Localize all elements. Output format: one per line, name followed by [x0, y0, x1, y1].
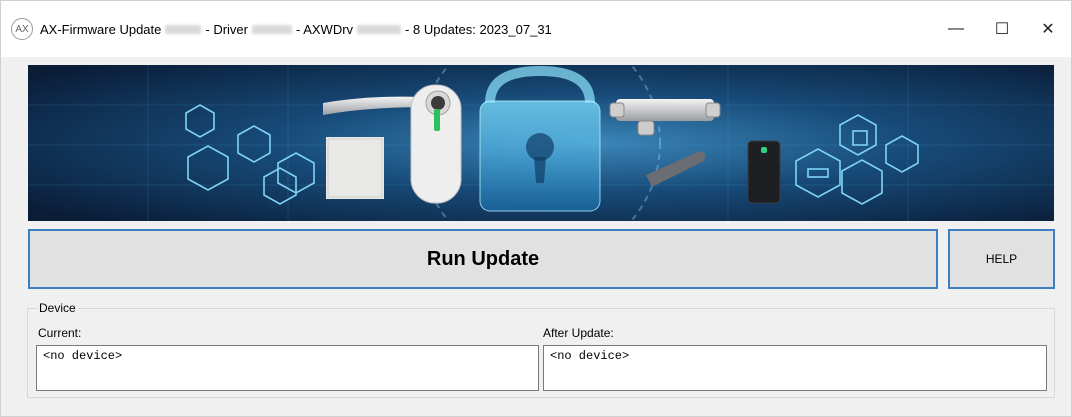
current-device-field[interactable]: <no device> — [36, 345, 539, 391]
close-button[interactable]: ✕ — [1025, 1, 1071, 57]
maximize-button[interactable]: ☐ — [979, 1, 1025, 57]
title-app-name: AX-Firmware Update — [40, 21, 162, 37]
after-update-device-field[interactable]: <no device> — [543, 345, 1047, 391]
current-label: Current: — [38, 326, 82, 340]
banner-illustration — [28, 65, 1054, 221]
redacted-driver-version — [251, 24, 292, 34]
help-button[interactable]: HELP — [948, 229, 1055, 289]
title-bar[interactable]: AX AX-Firmware Update - Driver - AXWDrv … — [1, 1, 1071, 57]
device-group-title: Device — [37, 301, 78, 315]
title-updates: - 8 Updates: 2023_07_31 — [405, 21, 552, 37]
after-update-label: After Update: — [543, 326, 614, 340]
window-controls: — ☐ ✕ — [933, 1, 1071, 57]
window-title: AX-Firmware Update - Driver - AXWDrv - 8… — [40, 22, 552, 37]
title-driver: - Driver — [205, 21, 248, 37]
app-logo-icon: AX — [11, 18, 33, 40]
redacted-version — [165, 24, 202, 34]
title-axwdrv: - AXWDrv — [295, 21, 354, 37]
product-banner-image — [28, 65, 1054, 221]
redacted-axwdrv-version — [357, 24, 402, 34]
run-update-button[interactable]: Run Update — [28, 229, 938, 289]
minimize-button[interactable]: — — [933, 1, 979, 57]
app-window: AX AX-Firmware Update - Driver - AXWDrv … — [0, 0, 1072, 417]
